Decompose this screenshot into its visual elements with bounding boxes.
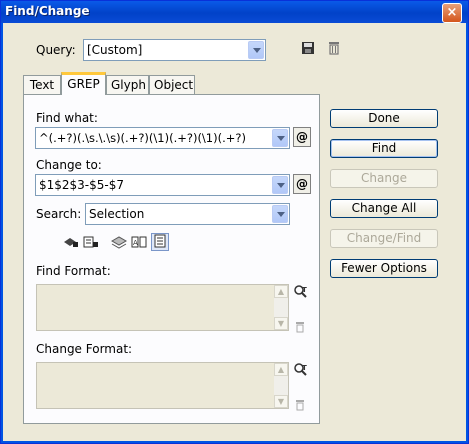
special-characters-change-button[interactable]: @ bbox=[293, 174, 311, 194]
chevron-down-icon[interactable] bbox=[248, 41, 264, 59]
save-query-icon[interactable] bbox=[301, 41, 315, 58]
fewer-options-button[interactable]: Fewer Options bbox=[330, 259, 438, 278]
scroll-down-icon[interactable]: ▼ bbox=[274, 317, 288, 330]
done-button[interactable]: Done bbox=[330, 109, 438, 128]
find-what-field[interactable]: ^(.+?)(.\s.\.\s)(.+?)(\1)(.+?)(\1)(.+?) bbox=[35, 127, 290, 149]
search-value: Selection bbox=[89, 207, 145, 221]
chevron-down-icon[interactable] bbox=[272, 205, 288, 223]
find-button[interactable]: Find bbox=[330, 139, 438, 158]
find-what-value: ^(.+?)(.\s.\.\s)(.+?)(\1)(.+?)(\1)(.+?) bbox=[39, 131, 246, 145]
tab-grep[interactable]: GREP bbox=[61, 72, 106, 95]
tab-glyph[interactable]: Glyph bbox=[106, 75, 149, 94]
tab-object[interactable]: Object bbox=[149, 75, 195, 94]
window-title: Find/Change bbox=[5, 4, 90, 18]
include-locked-layers-icon[interactable] bbox=[63, 235, 79, 249]
query-dropdown[interactable]: [Custom] bbox=[83, 39, 266, 61]
find-what-label: Find what: bbox=[36, 111, 98, 125]
include-master-pages-icon[interactable]: A bbox=[131, 235, 147, 249]
change-button[interactable]: Change bbox=[330, 169, 438, 188]
find-change-dialog: Find/Change × Query: [Custom] Text GREP … bbox=[0, 0, 469, 444]
special-characters-find-button[interactable]: @ bbox=[293, 127, 311, 147]
clear-find-format-icon[interactable] bbox=[294, 321, 306, 336]
svg-text:A: A bbox=[133, 239, 138, 247]
tab-text[interactable]: Text bbox=[23, 75, 61, 94]
specify-change-format-icon[interactable]: T bbox=[293, 362, 309, 379]
search-dropdown[interactable]: Selection bbox=[85, 203, 290, 225]
specify-find-format-icon[interactable]: T bbox=[293, 284, 309, 301]
scroll-up-icon[interactable]: ▲ bbox=[274, 363, 288, 376]
svg-text:T: T bbox=[302, 286, 307, 294]
query-label-text: Query: bbox=[36, 43, 76, 57]
svg-text:T: T bbox=[302, 364, 307, 372]
query-label: Query: bbox=[36, 43, 76, 57]
change-to-label: Change to: bbox=[36, 158, 102, 172]
chevron-down-icon[interactable] bbox=[272, 129, 288, 147]
clear-change-format-icon[interactable] bbox=[294, 399, 306, 414]
include-footnotes-icon[interactable] bbox=[151, 233, 169, 251]
scroll-up-icon[interactable]: ▲ bbox=[274, 285, 288, 298]
change-find-button[interactable]: Change/Find bbox=[330, 229, 438, 248]
change-all-button[interactable]: Change All bbox=[330, 199, 438, 218]
find-format-scrollbar[interactable]: ▲ ▼ bbox=[274, 285, 288, 330]
change-to-field[interactable]: $1$2$3-$5-$7 bbox=[35, 174, 290, 196]
change-format-label: Change Format: bbox=[36, 342, 133, 356]
chevron-down-icon[interactable] bbox=[272, 176, 288, 194]
query-value: [Custom] bbox=[87, 43, 143, 57]
change-format-scrollbar[interactable]: ▲ ▼ bbox=[274, 363, 288, 408]
close-button[interactable]: × bbox=[442, 3, 462, 23]
change-to-value: $1$2$3-$5-$7 bbox=[39, 178, 125, 192]
change-format-box[interactable]: ▲ ▼ bbox=[36, 362, 289, 409]
find-format-box[interactable]: ▲ ▼ bbox=[36, 284, 289, 331]
scroll-down-icon[interactable]: ▼ bbox=[274, 395, 288, 408]
include-locked-stories-icon[interactable] bbox=[83, 235, 99, 249]
include-hidden-layers-icon[interactable] bbox=[110, 235, 128, 249]
find-format-label: Find Format: bbox=[36, 264, 111, 278]
search-label: Search: bbox=[36, 207, 82, 221]
delete-query-icon[interactable] bbox=[328, 41, 340, 58]
title-bar[interactable]: Find/Change × bbox=[1, 1, 468, 23]
